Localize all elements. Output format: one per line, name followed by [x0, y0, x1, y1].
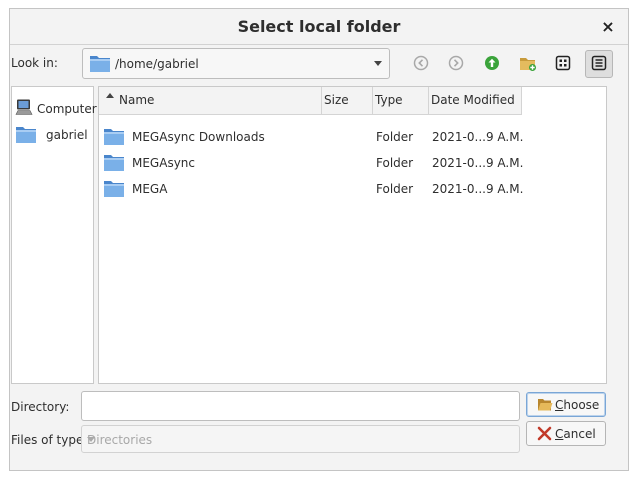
- file-date: 2021-0...9 A.M.: [432, 130, 524, 144]
- chevron-down-icon: [374, 61, 382, 66]
- list-view-button[interactable]: [549, 50, 577, 78]
- forward-button[interactable]: [442, 50, 470, 78]
- file-type: Folder: [376, 156, 414, 170]
- forward-icon: [448, 55, 464, 74]
- folder-icon: [103, 126, 125, 149]
- sidebar-item-gabriel[interactable]: gabriel: [12, 122, 93, 146]
- folder-open-icon: [537, 397, 553, 415]
- column-header-label: Name: [119, 93, 155, 107]
- choose-button-label: Choose: [555, 398, 600, 412]
- file-name: MEGA: [132, 182, 168, 196]
- cancel-button-label: Cancel: [555, 427, 596, 441]
- detail-view-button[interactable]: [585, 50, 613, 78]
- folder-icon: [103, 152, 125, 175]
- table-row[interactable]: MEGAsync Folder 2021-0...9 A.M.: [99, 149, 606, 175]
- list-view-icon: [555, 55, 571, 74]
- table-row[interactable]: MEGA Folder 2021-0...9 A.M.: [99, 175, 606, 201]
- folder-icon: [15, 124, 37, 147]
- look-in-label: Look in:: [11, 56, 58, 70]
- files-of-type-combobox[interactable]: Directories: [81, 425, 520, 453]
- parent-directory-icon: [484, 55, 500, 74]
- computer-icon: [15, 98, 33, 119]
- sidebar-item-computer[interactable]: Computer: [12, 96, 97, 120]
- column-header-name[interactable]: Name: [99, 87, 322, 115]
- dialog-title: Select local folder: [237, 17, 401, 36]
- column-header-label: Date Modified: [431, 93, 515, 107]
- sidebar-item-label: Computer: [37, 102, 97, 116]
- cancel-button[interactable]: Cancel: [526, 421, 606, 446]
- column-header-size[interactable]: Size: [322, 87, 373, 115]
- detail-view-icon: [591, 55, 607, 74]
- look-in-combobox[interactable]: /home/gabriel: [82, 48, 390, 79]
- sidebar-item-label: gabriel: [46, 128, 88, 142]
- folder-icon: [89, 53, 111, 76]
- directory-input[interactable]: [81, 391, 520, 421]
- file-date: 2021-0...9 A.M.: [432, 182, 524, 196]
- column-header-type[interactable]: Type: [373, 87, 429, 115]
- new-folder-button[interactable]: [514, 50, 542, 78]
- file-name: MEGAsync Downloads: [132, 130, 265, 144]
- column-header-label: Type: [375, 93, 403, 107]
- table-row[interactable]: MEGAsync Downloads Folder 2021-0...9 A.M…: [99, 123, 606, 149]
- file-type: Folder: [376, 130, 414, 144]
- title-bar: Select local folder ×: [10, 9, 628, 45]
- new-folder-icon: [519, 54, 537, 75]
- cancel-x-icon: [537, 426, 552, 444]
- files-of-type-label: Files of type:: [11, 433, 88, 447]
- choose-button[interactable]: Choose: [526, 392, 606, 417]
- close-button[interactable]: ×: [598, 17, 618, 37]
- column-header-date-modified[interactable]: Date Modified: [429, 87, 522, 115]
- sort-ascending-icon: [106, 93, 114, 98]
- directory-label: Directory:: [11, 400, 70, 414]
- current-path: /home/gabriel: [115, 57, 199, 71]
- folder-icon: [103, 178, 125, 201]
- back-icon: [413, 55, 429, 74]
- back-button[interactable]: [407, 50, 435, 78]
- column-header-label: Size: [324, 93, 349, 107]
- parent-directory-button[interactable]: [478, 50, 506, 78]
- file-list: Name Size Type Date Modified MEGAsync Do…: [98, 86, 607, 384]
- chevron-down-icon: [87, 437, 95, 442]
- file-name: MEGAsync: [132, 156, 195, 170]
- file-type: Folder: [376, 182, 414, 196]
- files-of-type-value: Directories: [87, 433, 153, 447]
- places-sidebar: Computer gabriel: [11, 86, 97, 384]
- file-date: 2021-0...9 A.M.: [432, 156, 524, 170]
